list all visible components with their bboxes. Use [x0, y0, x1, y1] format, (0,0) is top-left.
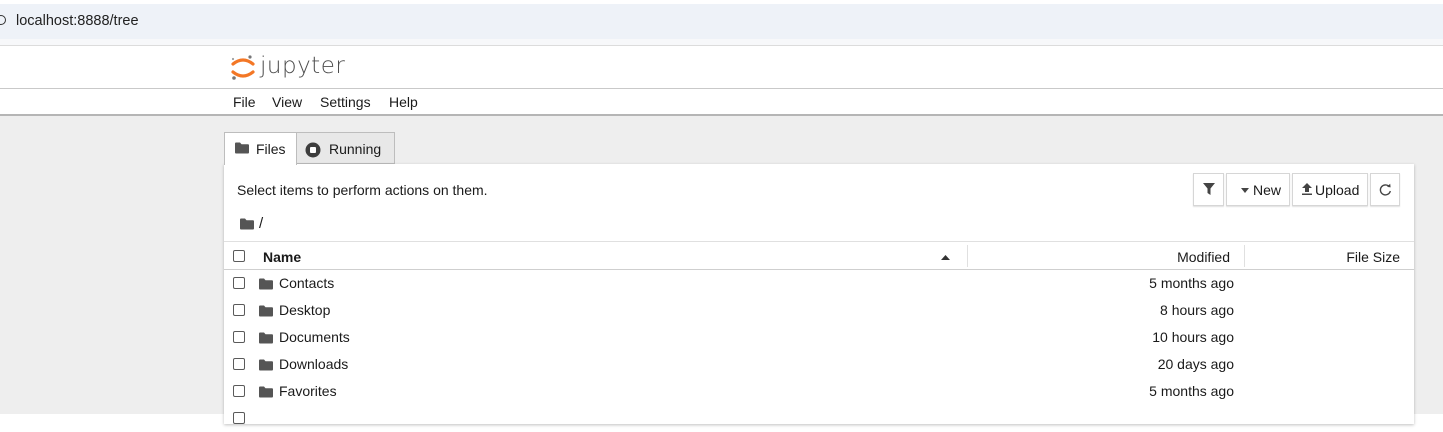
menu-help[interactable]: Help [389, 94, 418, 110]
item-modified: 5 months ago [1149, 275, 1234, 291]
new-button-label: New [1253, 182, 1282, 198]
menu-view[interactable]: View [272, 94, 302, 110]
item-modified: 5 months ago [1149, 383, 1234, 399]
column-name-header[interactable]: Name [263, 249, 301, 265]
column-size-header[interactable]: File Size [1346, 249, 1400, 265]
list-header: Name Modified File Size [224, 241, 1414, 270]
address-bar[interactable]: localhost:8888/tree [0, 4, 1443, 39]
upload-button-label: Upload [1315, 182, 1360, 198]
list-item[interactable]: Documents 10 hours ago [224, 324, 1414, 351]
upload-button[interactable]: Upload [1292, 173, 1368, 206]
row-checkbox[interactable] [233, 304, 245, 316]
row-checkbox[interactable] [233, 385, 245, 397]
new-button[interactable]: New [1226, 173, 1290, 206]
filter-button[interactable] [1193, 173, 1224, 206]
list-item[interactable]: Desktop 8 hours ago [224, 297, 1414, 324]
item-name[interactable]: Documents [279, 329, 350, 345]
site-info-icon[interactable] [0, 15, 6, 25]
tab-files[interactable]: Files [224, 132, 297, 165]
menu-bar: File View Settings Help [0, 88, 1443, 116]
tab-files-label: Files [256, 141, 286, 157]
upload-icon [1302, 183, 1312, 195]
item-modified: 8 hours ago [1160, 302, 1234, 318]
item-name[interactable]: Desktop [279, 302, 330, 318]
logo-text: jupyter [260, 53, 346, 79]
list-item[interactable]: Favorites 5 months ago [224, 378, 1414, 405]
caret-down-icon [1241, 188, 1249, 193]
refresh-button[interactable] [1370, 173, 1400, 206]
sort-ascending-icon[interactable] [941, 255, 950, 260]
jupyter-logo-icon [231, 55, 255, 80]
list-item[interactable]: Contacts 5 months ago [224, 270, 1414, 297]
stop-circle-icon [305, 142, 321, 158]
menu-file[interactable]: File [233, 94, 256, 110]
row-checkbox[interactable] [233, 277, 245, 289]
selection-hint: Select items to perform actions on them. [237, 182, 488, 198]
column-modified-header[interactable]: Modified [1177, 249, 1230, 265]
tab-running[interactable]: Running [296, 132, 395, 164]
folder-icon [259, 359, 273, 371]
item-modified: 10 hours ago [1152, 329, 1234, 345]
row-checkbox[interactable] [233, 358, 245, 370]
address-url[interactable]: localhost:8888/tree [16, 13, 139, 29]
folder-icon [259, 278, 273, 290]
folder-icon [259, 386, 273, 398]
refresh-icon [1379, 183, 1391, 196]
folder-icon [259, 332, 273, 344]
folder-icon [259, 305, 273, 317]
folder-icon [235, 142, 249, 154]
breadcrumb-folder-icon[interactable] [240, 218, 254, 230]
row-checkbox[interactable] [233, 331, 245, 343]
tab-running-label: Running [329, 141, 382, 157]
item-name[interactable]: Contacts [279, 275, 334, 291]
item-name[interactable]: Downloads [279, 356, 348, 372]
list-item[interactable]: Downloads 20 days ago [224, 351, 1414, 378]
column-divider[interactable] [1244, 245, 1245, 267]
jupyter-header: jupyter [0, 45, 1443, 88]
item-modified: 20 days ago [1157, 356, 1234, 372]
select-all-checkbox[interactable] [233, 250, 245, 262]
breadcrumb[interactable]: / [259, 215, 263, 232]
item-name[interactable]: Favorites [279, 383, 337, 399]
menu-settings[interactable]: Settings [320, 94, 371, 110]
filter-icon [1203, 183, 1215, 195]
file-browser-panel: Select items to perform actions on them.… [224, 164, 1414, 424]
column-divider[interactable] [967, 245, 968, 267]
list-item[interactable] [224, 405, 1414, 432]
